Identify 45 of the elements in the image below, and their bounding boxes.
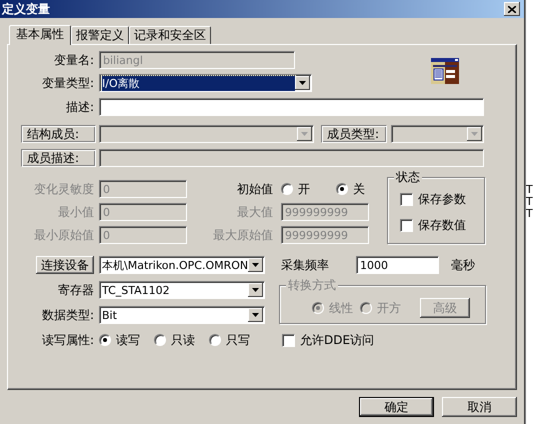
group-title: 状态 [394, 170, 422, 184]
field-label: 结构成员: [21, 125, 96, 143]
connect-device-button[interactable]: 连接设备 [36, 256, 94, 274]
field-label: 成员类型: [321, 125, 387, 143]
tab[interactable]: 基本属性 [9, 25, 71, 45]
field-label: 变量类型: [40, 74, 94, 92]
unit-label: 毫秒 [451, 256, 475, 274]
tab[interactable]: 记录和安全区 [129, 26, 211, 44]
input-field[interactable] [99, 98, 484, 116]
checkbox-option[interactable]: 允许DDE访问 [282, 332, 374, 348]
field-label: 最小值 [57, 204, 94, 220]
field-label: 最大值 [236, 204, 273, 220]
form-window-icon[interactable] [431, 58, 459, 84]
field-label: 采集频率 [281, 256, 330, 274]
checkbox-option[interactable]: 保存数值 [400, 217, 484, 234]
field-label: 变化灵敏度 [33, 180, 94, 198]
field-label: 最小原始值 [33, 226, 94, 244]
text-fragment: T [526, 184, 534, 195]
input-field[interactable]: 1000 [356, 256, 439, 274]
field-label: 寄存器 [57, 282, 94, 298]
group-title: 转换方式 [286, 278, 338, 292]
close-icon[interactable] [504, 2, 520, 16]
checkbox-option[interactable]: 保存参数 [400, 191, 484, 208]
dialog-button[interactable]: 取消 [442, 397, 517, 417]
window-title: 定义变量 [2, 0, 50, 18]
field-label: 初始值 [236, 180, 273, 198]
field-label: 成员描述: [21, 149, 96, 167]
text-fragment: T [526, 196, 534, 207]
dropdown[interactable]: Bit [99, 306, 265, 324]
text-fragment: T [526, 208, 534, 219]
radio-option[interactable]: 开 [281, 180, 310, 198]
dialog-button[interactable]: 确定 [359, 397, 434, 417]
tab[interactable]: 报警定义 [71, 26, 129, 44]
radio-option[interactable]: 读写 [99, 332, 140, 348]
radio-option[interactable]: 关 [336, 180, 365, 198]
field-label: 读写属性: [40, 332, 94, 348]
field-label: 变量名: [52, 52, 94, 68]
field-label: 描述: [64, 98, 94, 116]
dropdown[interactable]: TC_STA1102 [99, 281, 265, 299]
dropdown[interactable]: 本机\Matrikon.OPC.OMRON. [99, 256, 265, 274]
dropdown[interactable]: I/O离散 [99, 74, 312, 92]
field-label: 最大原始值 [212, 226, 273, 244]
field-label: 数据类型: [40, 306, 94, 324]
radio-option[interactable]: 只读 [154, 332, 195, 348]
radio-option[interactable]: 只写 [209, 332, 250, 348]
